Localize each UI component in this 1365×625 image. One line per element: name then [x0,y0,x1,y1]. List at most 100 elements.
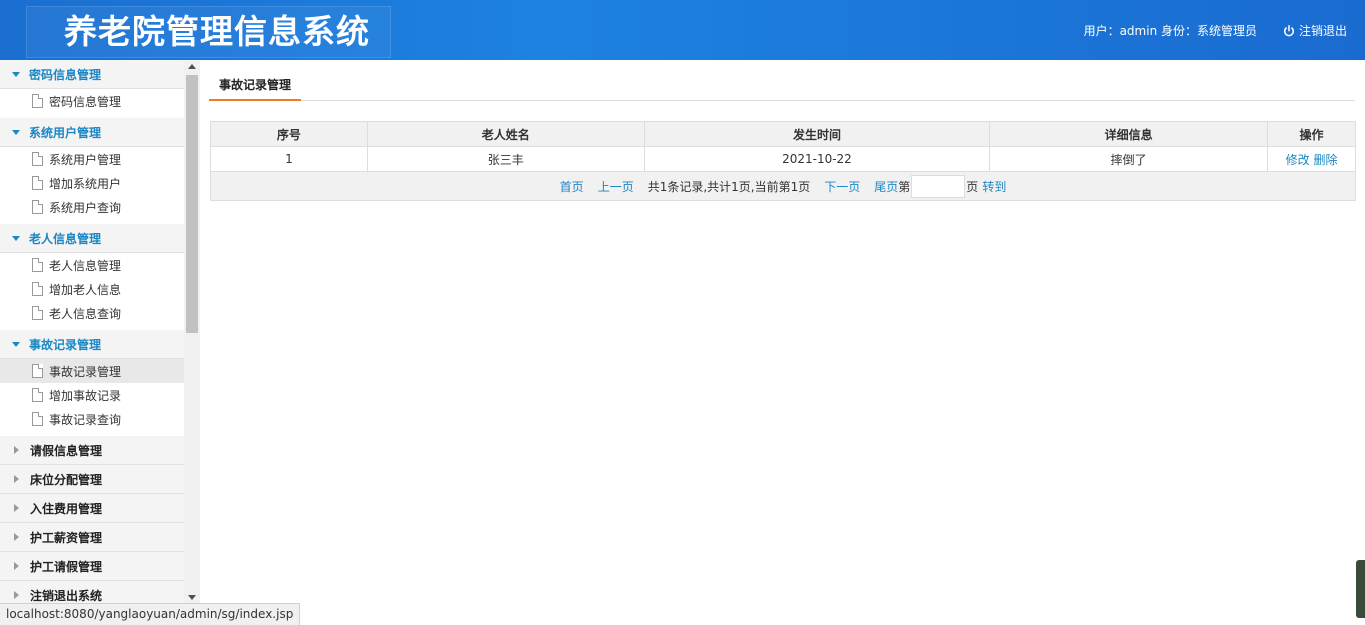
header-bar: 养老院管理信息系统 用户：admin 身份：系统管理员 注销退出 [0,0,1365,60]
document-icon [32,258,43,272]
menu-group-leave-info[interactable]: 请假信息管理 [0,436,184,465]
menu-item-user-add[interactable]: 增加系统用户 [0,171,184,195]
cell-time: 2021-10-22 [643,146,991,172]
menu-group-elder-info[interactable]: 老人信息管理 [0,224,184,253]
last-page-link[interactable]: 尾页 [874,178,898,195]
scroll-down-arrow-icon[interactable] [188,595,196,600]
menu-item-elder-query[interactable]: 老人信息查询 [0,301,184,325]
cell-detail: 摔倒了 [989,146,1269,172]
page-prefix: 第 [898,179,911,194]
document-icon [32,388,43,402]
menu-item-label: 系统用户管理 [49,152,122,167]
power-icon [1283,24,1295,36]
cell-actions: 修改 删除 [1267,146,1356,172]
app-title: 养老院管理信息系统 [64,12,370,51]
menu-group-label: 请假信息管理 [30,443,103,458]
logout-button[interactable]: 注销退出 [1283,22,1347,39]
cell-elder-name: 张三丰 [366,146,645,172]
pager: 首页 上一页 共1条记录,共计1页,当前第1页 下一页 尾页 第 页 转到 [211,174,1355,198]
cell-no: 1 [210,146,368,172]
document-icon [32,94,43,108]
accident-table: 序号 老人姓名 发生时间 详细信息 操作 1 张三丰 2021-10-22 摔倒… [210,121,1356,201]
document-icon [32,282,43,296]
menu-group-label: 注销退出系统 [30,588,103,603]
status-bar-url: localhost:8080/yanglaoyuan/admin/sg/inde… [0,603,301,625]
collapsed-arrow-icon [14,533,19,541]
expanded-arrow-icon [12,341,20,347]
menu-group-caregiver-salary[interactable]: 护工薪资管理 [0,523,184,552]
edit-link[interactable]: 修改 [1286,153,1310,167]
column-header: 操作 [1267,121,1356,147]
column-header: 老人姓名 [366,121,645,147]
document-icon [32,152,43,166]
menu-group-label: 床位分配管理 [30,472,103,487]
page-suffix: 页 [966,179,979,194]
expanded-arrow-icon [12,129,20,135]
document-icon [32,412,43,426]
menu-item-label: 增加系统用户 [49,176,122,191]
user-info: 用户：admin 身份：系统管理员 [1083,24,1257,38]
menu-item-accident-query[interactable]: 事故记录查询 [0,407,184,431]
table-header-row: 序号 老人姓名 发生时间 详细信息 操作 [210,121,1356,147]
sidebar-menu: 密码信息管理 密码信息管理 系统用户管理 系统用户管理 增加系统用户 系统用户查… [0,60,184,610]
sidebar-scrollbar[interactable] [184,60,200,605]
menu-item-password-manage[interactable]: 密码信息管理 [0,89,184,113]
menu-group-accident[interactable]: 事故记录管理 [0,330,184,359]
menu-group-system-users[interactable]: 系统用户管理 [0,118,184,147]
menu-group-checkin-fee[interactable]: 入住费用管理 [0,494,184,523]
scroll-up-arrow-icon[interactable] [188,64,196,69]
collapsed-arrow-icon [14,446,19,454]
menu-item-label: 增加老人信息 [49,282,122,297]
menu-group-password[interactable]: 密码信息管理 [0,60,184,89]
pager-info: 共1条记录,共计1页,当前第1页 [647,179,811,194]
sidebar: 密码信息管理 密码信息管理 系统用户管理 系统用户管理 增加系统用户 系统用户查… [0,60,200,625]
main-content: 事故记录管理 序号 老人姓名 发生时间 详细信息 操作 1 张三丰 2021-1… [200,60,1365,625]
menu-group-caregiver-leave[interactable]: 护工请假管理 [0,552,184,581]
scrollbar-thumb[interactable] [186,75,198,333]
menu-group-label: 事故记录管理 [29,337,102,352]
expanded-arrow-icon [12,235,20,241]
document-icon [32,306,43,320]
menu-group-label: 护工请假管理 [30,559,103,574]
menu-group-label: 老人信息管理 [29,231,102,246]
menu-group-label: 密码信息管理 [29,67,102,82]
menu-item-user-manage[interactable]: 系统用户管理 [0,147,184,171]
column-header: 详细信息 [989,121,1269,147]
delete-link[interactable]: 删除 [1313,153,1337,167]
tab-accident-manage[interactable]: 事故记录管理 [209,72,301,101]
menu-item-label: 事故记录查询 [49,412,122,427]
floating-side-widget[interactable] [1356,560,1365,618]
menu-item-accident-manage[interactable]: 事故记录管理 [0,359,184,383]
document-icon [32,200,43,214]
first-page-link[interactable]: 首页 [560,178,584,195]
table-row: 1 张三丰 2021-10-22 摔倒了 修改 删除 [210,146,1356,172]
collapsed-arrow-icon [14,475,19,483]
menu-item-label: 事故记录管理 [49,364,122,379]
menu-item-elder-manage[interactable]: 老人信息管理 [0,253,184,277]
expanded-arrow-icon [12,71,20,77]
menu-item-label: 老人信息查询 [49,306,122,321]
column-header: 发生时间 [643,121,991,147]
menu-item-accident-add[interactable]: 增加事故记录 [0,383,184,407]
menu-item-elder-add[interactable]: 增加老人信息 [0,277,184,301]
tab-bar: 事故记录管理 [209,72,1355,101]
next-page-link[interactable]: 下一页 [824,178,860,195]
page-number-input[interactable] [911,174,966,198]
menu-group-bed-assign[interactable]: 床位分配管理 [0,465,184,494]
menu-group-label: 护工薪资管理 [30,530,103,545]
logout-label: 注销退出 [1298,24,1347,38]
pager-row: 首页 上一页 共1条记录,共计1页,当前第1页 下一页 尾页 第 页 转到 [210,171,1356,201]
goto-link[interactable]: 转到 [982,178,1006,195]
collapsed-arrow-icon [14,504,19,512]
menu-item-label: 系统用户查询 [49,200,122,215]
menu-item-user-query[interactable]: 系统用户查询 [0,195,184,219]
menu-item-label: 老人信息管理 [49,258,122,273]
menu-item-label: 密码信息管理 [49,94,122,109]
menu-item-label: 增加事故记录 [49,388,122,403]
prev-page-link[interactable]: 上一页 [598,178,634,195]
menu-group-label: 系统用户管理 [29,125,102,140]
menu-group-label: 入住费用管理 [30,501,103,516]
column-header: 序号 [210,121,368,147]
collapsed-arrow-icon [14,562,19,570]
collapsed-arrow-icon [14,591,19,599]
